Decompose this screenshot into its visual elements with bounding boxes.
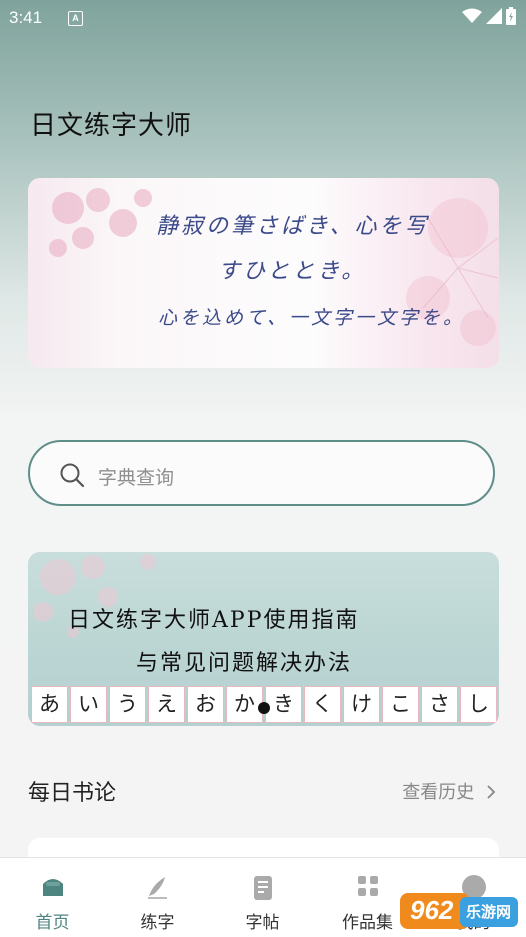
kana-cell: あ [31, 686, 68, 723]
kana-cell: さ [421, 686, 458, 723]
daily-calligraphy-title: 每日书论 [28, 781, 117, 806]
kana-cell: お [187, 686, 224, 723]
battery-icon [506, 7, 516, 25]
dictionary-search-bar[interactable]: 字典查询 [28, 440, 495, 506]
kana-cell: こ [382, 686, 419, 723]
status-time: 3:41 [9, 8, 43, 27]
page-title: 日文练字大师 [30, 111, 193, 141]
view-history-label: 查看历史 [402, 782, 475, 803]
kana-cell: か [226, 686, 263, 723]
copybook-icon [250, 874, 276, 906]
kana-cell: い [70, 686, 107, 723]
tab-practice[interactable]: 练字 [105, 858, 210, 937]
bottom-tab-bar: 首页 练字 字帖 作品集 我的 962 乐游网 [0, 857, 526, 937]
status-icons [462, 7, 516, 25]
search-placeholder: 字典查询 [98, 467, 175, 489]
usage-guide-banner[interactable]: 日文练字大师APP使用指南 与常见问题解决办法 あ い う え お か き く … [28, 552, 499, 726]
watermark-logo: 962 乐游网 [400, 889, 520, 933]
tab-copybook[interactable]: 字帖 [210, 858, 315, 937]
kana-cell: き [265, 686, 302, 723]
kana-cell: し [460, 686, 497, 723]
home-icon [40, 874, 66, 902]
banner-line-2: すひととき。 [218, 259, 367, 284]
kana-cell: く [304, 686, 341, 723]
search-icon [59, 462, 85, 492]
watermark-sub: 乐游网 [466, 903, 512, 921]
watermark-number: 962 [410, 895, 454, 925]
calligraphy-banner[interactable]: 静寂の筆さばき、心を写 すひととき。 心を込めて、一文字一文字を。 [28, 178, 499, 368]
tab-practice-label: 练字 [140, 913, 175, 933]
guide-title-line-2: 与常见问题解决办法 [136, 651, 353, 676]
kana-cell: け [343, 686, 380, 723]
wifi-icon [462, 8, 482, 23]
tab-home[interactable]: 首页 [0, 858, 105, 937]
kana-cell: え [148, 686, 185, 723]
status-bar: 3:41 A [0, 0, 526, 36]
banner-line-3: 心を込めて、一文字一文字を。 [158, 307, 466, 329]
guide-title-line-1: 日文练字大师APP使用指南 [68, 608, 360, 633]
view-history-link[interactable]: 查看历史 [402, 778, 496, 804]
chevron-right-icon [487, 785, 496, 799]
banner-line-1: 静寂の筆さばき、心を写 [156, 214, 430, 239]
keyboard-a-icon: A [68, 11, 83, 26]
tab-copybook-label: 字帖 [245, 913, 280, 933]
tab-home-label: 首页 [35, 913, 70, 933]
brush-icon [145, 874, 171, 904]
kana-cell: う [109, 686, 146, 723]
grid-icon [356, 874, 380, 902]
signal-icon [486, 8, 502, 24]
carousel-indicator-dot [258, 702, 270, 714]
